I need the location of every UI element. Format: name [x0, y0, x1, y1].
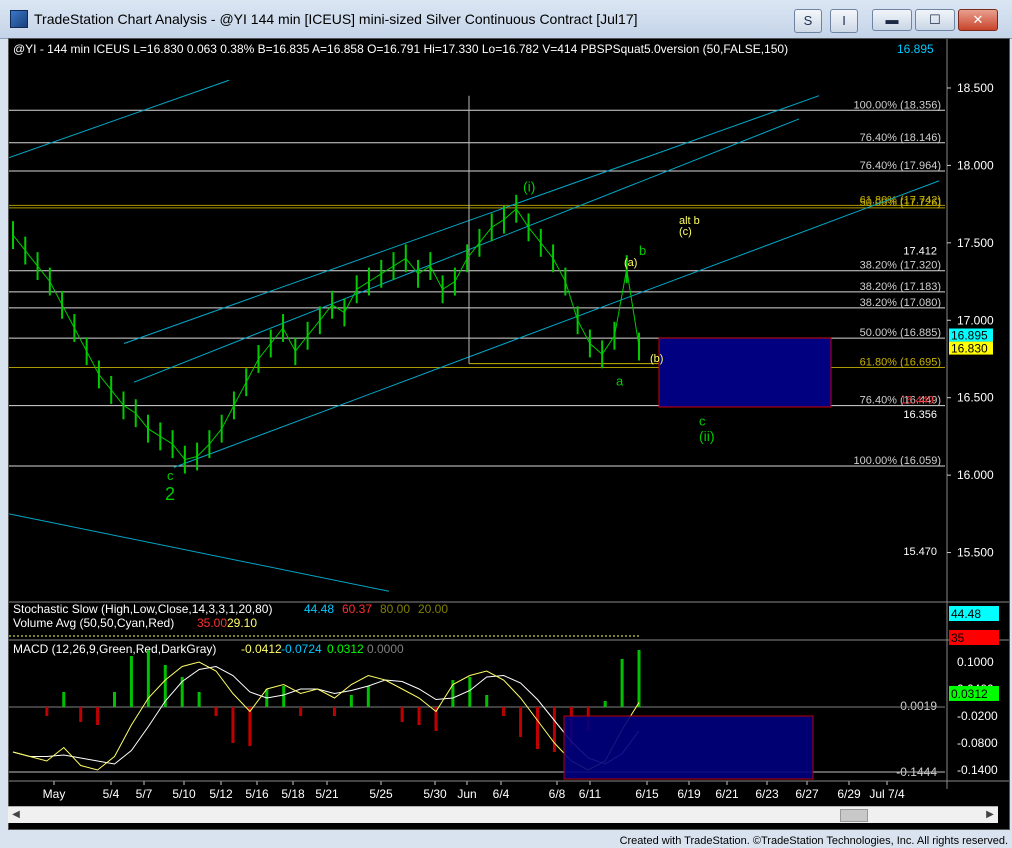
stoch-title: Stochastic Slow (High,Low,Close,14,3,3,1… [13, 602, 272, 616]
stoch-flag-label: 44.48 [951, 607, 981, 621]
macd-title: MACD (12,26,9,Green,Red,DarkGray) [13, 642, 216, 656]
y-tick-label: 17.000 [957, 313, 994, 327]
fib-label: 50.00% (16.885) [860, 327, 941, 339]
fib-label: 61.80% (16.695) [860, 356, 941, 368]
x-tick-label: 5/18 [281, 787, 305, 801]
volume-title: Volume Avg (50,50,Cyan,Red) [13, 616, 174, 630]
macd-flag-label: 0.0312 [951, 687, 988, 701]
fib-label: 50.00% (17.726) [860, 197, 941, 209]
wave-label: a [616, 373, 624, 388]
horizontal-scrollbar[interactable]: ◀ ▶ [8, 806, 998, 823]
stoch-legend-value: 60.37 [342, 602, 372, 616]
fib-label: 100.00% (18.356) [854, 99, 941, 111]
macd-target-box [563, 715, 814, 780]
price-label: 16.449 [900, 395, 934, 407]
wave-label: (ii) [699, 428, 715, 444]
y-tick-label: 18.500 [957, 81, 994, 95]
y-tick-label: 16.500 [957, 391, 994, 405]
fib-label: 38.20% (17.183) [860, 281, 941, 293]
wave-label: (c) [679, 226, 692, 238]
s-menu-button[interactable]: S [794, 9, 822, 33]
y-tick-label: 16.000 [957, 468, 994, 482]
x-tick-label: 6/15 [635, 787, 659, 801]
last-price-header: 16.895 [897, 42, 934, 56]
x-tick-label: 6/8 [549, 787, 566, 801]
wave-label: b [639, 243, 646, 258]
axis-flag-label: 16.830 [951, 342, 988, 356]
fib-label: 38.20% (17.080) [860, 297, 941, 309]
macd-tick-label: -0.1400 [957, 763, 998, 777]
macd-price-label: 0.0019 [900, 699, 937, 713]
x-tick-label: Jun [457, 787, 476, 801]
chart-area[interactable]: @YI - 144 min ICEUS L=16.830 0.063 0.38%… [8, 38, 1010, 830]
x-tick-label: 5/10 [172, 787, 196, 801]
scroll-left-icon[interactable]: ◀ [8, 807, 24, 823]
chart-svg[interactable]: @YI - 144 min ICEUS L=16.830 0.063 0.38%… [8, 39, 1009, 807]
macd-tick-label: -0.0200 [957, 709, 998, 723]
x-tick-label: 5/16 [245, 787, 269, 801]
macd-legend-value: 0.0312 [327, 642, 364, 656]
symbol-header: @YI - 144 min ICEUS L=16.830 0.063 0.38%… [13, 42, 788, 56]
x-tick-label: 6/29 [837, 787, 861, 801]
wave-label: 2 [165, 484, 175, 504]
fib-label: 76.40% (18.146) [860, 132, 941, 144]
y-tick-label: 17.500 [957, 236, 994, 250]
chart-background [9, 39, 1009, 807]
footer-credit: Created with TradeStation. ©TradeStation… [619, 835, 1008, 847]
x-tick-label: 6/23 [755, 787, 779, 801]
volume-flag-label: 35 [951, 631, 965, 645]
target-box [658, 337, 832, 408]
x-tick-label: 5/25 [369, 787, 393, 801]
x-tick-label: 6/19 [677, 787, 701, 801]
stoch-legend-value: 44.48 [304, 602, 334, 616]
x-tick-label: 6/11 [579, 787, 602, 801]
price-label: 17.412 [903, 245, 937, 257]
fib-label: 100.00% (16.059) [854, 455, 941, 467]
x-tick-label: 5/12 [209, 787, 233, 801]
macd-legend-value: -0.0724 [281, 642, 322, 656]
x-tick-label: 6/4 [493, 787, 510, 801]
volume-legend-value: 35.00 [197, 616, 227, 630]
macd-legend-value: -0.0412 [241, 642, 282, 656]
x-tick-label: May [43, 787, 66, 801]
app-icon [10, 10, 28, 28]
fib-label: 76.40% (17.964) [860, 160, 941, 172]
price-label: 15.470 [903, 546, 937, 558]
x-tick-label: 6/21 [715, 787, 739, 801]
x-tick-label: Jul 7/4 [869, 787, 905, 801]
fib-label: 38.20% (17.320) [860, 260, 941, 272]
close-button[interactable]: ✕ [958, 9, 998, 31]
macd-tick-label: -0.0800 [957, 736, 998, 750]
scroll-thumb[interactable] [840, 809, 868, 822]
price-label: 16.356 [903, 409, 937, 421]
wave-label: c [699, 414, 706, 429]
macd-tick-label: 0.1000 [957, 655, 994, 669]
scroll-right-icon[interactable]: ▶ [982, 807, 998, 823]
volume-legend-value: 29.10 [227, 616, 257, 630]
maximize-button[interactable]: ☐ [915, 9, 955, 31]
x-tick-label: 6/27 [795, 787, 819, 801]
wave-label: (i) [523, 179, 535, 195]
wave-label: (a) [624, 257, 637, 269]
stoch-legend-value: 20.00 [418, 602, 448, 616]
window-title: TradeStation Chart Analysis - @YI 144 mi… [34, 11, 638, 27]
wave-label: (b) [650, 353, 663, 365]
axis-flag-label: 16.895 [951, 329, 988, 343]
i-menu-button[interactable]: I [830, 9, 858, 33]
stoch-legend-value: 80.00 [380, 602, 410, 616]
x-tick-label: 5/21 [315, 787, 339, 801]
x-tick-label: 5/4 [103, 787, 120, 801]
y-tick-label: 18.000 [957, 158, 994, 172]
macd-legend-value: 0.0000 [367, 642, 404, 656]
x-tick-label: 5/7 [136, 787, 153, 801]
y-tick-label: 15.500 [957, 546, 994, 560]
wave-label: c [167, 468, 174, 483]
title-bar: TradeStation Chart Analysis - @YI 144 mi… [0, 0, 1012, 39]
minimize-button[interactable]: ▬ [872, 9, 912, 31]
x-tick-label: 5/30 [423, 787, 447, 801]
